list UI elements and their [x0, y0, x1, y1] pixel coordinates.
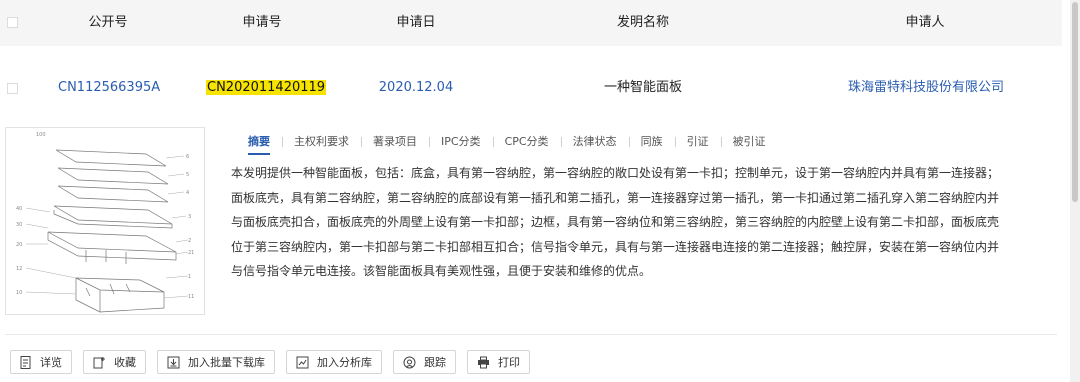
abstract-line: 位于第三容纳腔内，第一卡扣部与第二卡扣部相互扣合；信号指令单元，具有与第一连接器…: [231, 239, 1000, 254]
svg-text:6: 6: [186, 154, 189, 160]
svg-text:100: 100: [36, 132, 46, 138]
invention-title[interactable]: 一种智能面板: [578, 75, 708, 101]
svg-text:10: 10: [16, 290, 22, 296]
add-to-batch-download-button[interactable]: 加入批量下载库: [157, 350, 275, 374]
track-button-label: 跟踪: [424, 356, 446, 369]
tab-citations[interactable]: 引证: [674, 132, 721, 152]
svg-text:11: 11: [188, 294, 194, 300]
abstract-line: 面板底壳，具有第二容纳腔，第二容纳腔的底部设有第一插孔和第二插孔，第一连接器穿过…: [231, 190, 1000, 205]
tab-abstract[interactable]: 摘要: [248, 132, 282, 155]
tab-legal-status[interactable]: 法律状态: [560, 132, 629, 152]
svg-text:4: 4: [186, 190, 189, 196]
favorite-button-label: 收藏: [114, 356, 136, 369]
svg-text:30: 30: [16, 222, 22, 228]
select-all-checkbox[interactable]: [7, 17, 18, 28]
print-button[interactable]: 打印: [467, 350, 530, 374]
section-divider: [5, 334, 1057, 335]
table-header: 公开号 申请号 申请日 发明名称 申请人: [0, 0, 1062, 46]
tab-cpc[interactable]: CPC分类: [492, 132, 561, 152]
tab-ipc[interactable]: IPC分类: [429, 132, 493, 152]
tab-bibliographic[interactable]: 著录项目: [361, 132, 429, 152]
column-header-applicant[interactable]: 申请人: [860, 0, 990, 46]
column-header-application-no[interactable]: 申请号: [212, 0, 312, 46]
abstract-line: 与面板底壳扣合，面板底壳的外周壁上设有第一卡扣部；边框，具有第一容纳位和第三容纳…: [231, 215, 1000, 229]
abstract-line: 本发明提供一种智能面板，包括：底盒，具有第一容纳腔，第一容纳腔的敞口处设有第一卡…: [231, 166, 1000, 180]
svg-text:21: 21: [188, 250, 194, 256]
svg-text:1: 1: [188, 274, 191, 280]
svg-text:5: 5: [186, 172, 189, 178]
detail-button-label: 详览: [40, 356, 62, 369]
add-to-analysis-label: 加入分析库: [317, 356, 372, 369]
print-button-label: 打印: [498, 356, 520, 369]
track-button[interactable]: 跟踪: [393, 350, 456, 374]
abstract-line: 与信号指令单元电连接。该智能面板具有美观性强，且便于安装和维修的优点。: [231, 264, 652, 278]
add-to-analysis-button[interactable]: 加入分析库: [286, 350, 382, 374]
detail-tabs: 摘要 主权利要求 著录项目 IPC分类 CPC分类 法律状态 同族 引证 被引证: [248, 132, 778, 155]
exploded-panel-drawing: 100 65 43 221 111 4030 2012 10: [16, 132, 194, 313]
print-icon: [478, 356, 489, 368]
tab-family[interactable]: 同族: [628, 132, 675, 152]
column-header-title[interactable]: 发明名称: [578, 0, 708, 46]
add-to-batch-download-label: 加入批量下载库: [188, 356, 265, 369]
vertical-scrollbar[interactable]: [1070, 0, 1080, 382]
favorite-button[interactable]: 收藏: [83, 350, 146, 374]
svg-text:2: 2: [188, 238, 191, 244]
svg-text:12: 12: [16, 266, 22, 272]
detail-icon: [20, 355, 31, 369]
svg-text:20: 20: [16, 242, 22, 248]
application-number-highlighted[interactable]: CN202011420119: [206, 80, 327, 95]
publication-number-link[interactable]: CN112566395A: [58, 75, 160, 101]
svg-text:40: 40: [16, 206, 22, 212]
detail-button[interactable]: 详览: [10, 350, 72, 374]
scrollbar-thumb[interactable]: [1072, 2, 1078, 202]
row-checkbox[interactable]: [7, 83, 18, 94]
application-date: 2020.12.04: [378, 80, 454, 95]
tab-cited-by[interactable]: 被引证: [720, 132, 778, 152]
action-bar: 详览 收藏 加入批量下载库 加入分析库 跟踪 打印: [10, 350, 541, 376]
download-icon: [167, 356, 180, 368]
favorite-icon: [93, 356, 105, 368]
column-header-publication-no[interactable]: 公开号: [58, 0, 158, 46]
applicant-link[interactable]: 珠海雷特科技股份有限公司: [836, 75, 1016, 101]
analysis-icon: [296, 356, 309, 368]
abstract-text: 本发明提供一种智能面板，包括：底盒，具有第一容纳腔，第一容纳腔的敞口处设有第一卡…: [231, 161, 1057, 284]
track-icon: [403, 356, 416, 368]
patent-drawing-thumbnail[interactable]: 100 65 43 2 21 1 11 40 30 20 12 10: [5, 127, 205, 315]
tab-main-claim[interactable]: 主权利要求: [282, 132, 361, 152]
column-header-application-date[interactable]: 申请日: [366, 0, 466, 46]
svg-text:3: 3: [188, 214, 191, 220]
